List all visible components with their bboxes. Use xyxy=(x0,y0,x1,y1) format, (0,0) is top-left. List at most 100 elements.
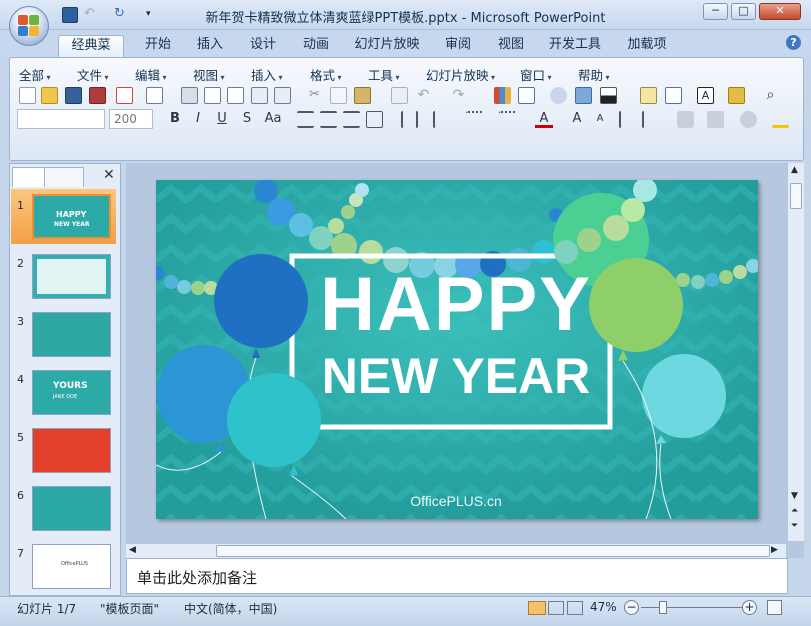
tab-design[interactable]: 设计 xyxy=(245,35,281,57)
maximize-button[interactable]: □ xyxy=(731,3,756,20)
undo-icon[interactable]: ↶ xyxy=(415,87,432,104)
close-button[interactable]: ✕ xyxy=(759,3,801,20)
permission-icon[interactable] xyxy=(116,87,133,104)
normal-view-icon[interactable] xyxy=(528,601,546,615)
print-preview-icon[interactable] xyxy=(204,87,221,104)
menu-all[interactable]: 全部 xyxy=(19,65,51,84)
slide-thumbnail-3[interactable] xyxy=(32,312,111,357)
page-setup-icon[interactable] xyxy=(227,87,244,104)
find-icon[interactable]: ⌕ xyxy=(762,87,779,104)
menu-view[interactable]: 视图 xyxy=(193,65,225,84)
align-center-icon[interactable] xyxy=(320,111,337,128)
shapes-icon[interactable] xyxy=(677,111,694,128)
notes-pane[interactable]: 单击此处添加备注 xyxy=(126,558,788,594)
bold-button[interactable]: B xyxy=(166,110,184,128)
insert-table-icon[interactable] xyxy=(518,87,535,104)
notes-placeholder[interactable]: 单击此处添加备注 xyxy=(137,567,257,588)
minimize-button[interactable]: ─ xyxy=(703,3,728,20)
outline-tab[interactable] xyxy=(44,167,84,187)
clip-art-icon[interactable] xyxy=(550,87,567,104)
slide-thumbnail-5[interactable] xyxy=(32,428,111,473)
underline-button[interactable]: U xyxy=(213,110,231,128)
scroll-left-icon[interactable]: ◀ xyxy=(129,545,136,555)
copy-icon[interactable] xyxy=(330,87,347,104)
menu-file[interactable]: 文件 xyxy=(77,65,109,84)
tab-animation[interactable]: 动画 xyxy=(298,35,334,57)
slide-thumbnail-6[interactable] xyxy=(32,486,111,531)
columns-icon[interactable] xyxy=(401,111,418,128)
tab-classic-menu[interactable]: 经典菜单 xyxy=(58,35,124,73)
research-icon[interactable] xyxy=(274,87,291,104)
tab-addins[interactable]: 加载项 xyxy=(622,35,672,57)
insert-picture-icon[interactable] xyxy=(575,87,592,104)
menu-help[interactable]: 帮助 xyxy=(578,65,610,84)
tab-view[interactable]: 视图 xyxy=(493,35,529,57)
slide-thumbnail-4[interactable]: YOURS JANE DOE xyxy=(32,370,111,415)
menu-window[interactable]: 窗口 xyxy=(520,65,552,84)
tab-slideshow[interactable]: 幻灯片放映 xyxy=(352,35,422,57)
hscroll-thumb[interactable] xyxy=(216,545,770,557)
zoom-slider-track[interactable] xyxy=(641,607,745,608)
scroll-down-icon[interactable]: ▼ xyxy=(791,491,798,501)
zoom-out-button[interactable]: − xyxy=(624,600,639,615)
horizontal-scrollbar[interactable]: ◀ ▶ xyxy=(126,543,786,558)
tab-developer[interactable]: 开发工具 xyxy=(545,35,605,57)
shadow-button[interactable]: S xyxy=(238,110,256,128)
office-button[interactable] xyxy=(9,6,49,46)
save-icon[interactable] xyxy=(65,87,82,104)
decrease-indent-icon[interactable] xyxy=(619,111,636,128)
slide-sorter-icon[interactable] xyxy=(548,601,564,615)
font-size-combo[interactable]: 200 xyxy=(109,109,153,129)
tab-review[interactable]: 审阅 xyxy=(440,35,476,57)
cut-icon[interactable]: ✂ xyxy=(306,87,323,104)
slide-title-line1[interactable]: HAPPY xyxy=(306,264,606,346)
align-right-icon[interactable] xyxy=(343,111,360,128)
increase-indent-icon[interactable] xyxy=(642,111,659,128)
scroll-thumb[interactable] xyxy=(790,183,802,209)
menu-insert[interactable]: 插入 xyxy=(251,65,283,84)
font-color-icon[interactable]: A xyxy=(535,110,553,128)
text-direction-icon[interactable] xyxy=(433,111,450,128)
tab-home[interactable]: 开始 xyxy=(140,35,176,57)
save-as-icon[interactable] xyxy=(89,87,106,104)
format-painter-icon[interactable] xyxy=(391,87,408,104)
prev-slide-icon[interactable]: ⏶ xyxy=(791,506,798,516)
text-box-icon[interactable]: A xyxy=(697,87,714,104)
paste-icon[interactable] xyxy=(354,87,371,104)
language-indicator[interactable]: 中文(简体，中国) xyxy=(184,600,277,617)
slide-title-line2[interactable]: NEW YEAR xyxy=(306,348,606,404)
insert-chart-icon[interactable] xyxy=(494,87,511,104)
slide-brand-text[interactable]: OfficePLUS.cn xyxy=(396,493,516,509)
slide-thumbnail-7[interactable]: OfficePLUS xyxy=(32,544,111,589)
new-file-icon[interactable] xyxy=(19,87,36,104)
vertical-scrollbar[interactable]: ▲ ▼ ⏶ ⏷ xyxy=(787,163,804,541)
slideshow-view-icon[interactable] xyxy=(567,601,583,615)
folder-options-icon[interactable] xyxy=(728,87,745,104)
color-grayscale-icon[interactable] xyxy=(600,87,617,104)
bullets-icon[interactable] xyxy=(499,111,516,128)
email-icon[interactable] xyxy=(146,87,163,104)
numbering-icon[interactable] xyxy=(466,111,483,128)
fill-color-icon[interactable] xyxy=(772,111,789,128)
menu-tools[interactable]: 工具 xyxy=(368,65,400,84)
slide-thumbnail-2[interactable] xyxy=(32,254,111,299)
font-name-combo[interactable] xyxy=(17,109,105,129)
menu-format[interactable]: 格式 xyxy=(310,65,342,84)
change-case-button[interactable]: Aa xyxy=(261,110,285,128)
close-panel-icon[interactable]: ✕ xyxy=(103,167,115,183)
slides-tab[interactable] xyxy=(12,167,46,187)
menu-edit[interactable]: 编辑 xyxy=(135,65,167,84)
print-icon[interactable] xyxy=(181,87,198,104)
zoom-level[interactable]: 47% xyxy=(590,600,617,614)
scroll-up-icon[interactable]: ▲ xyxy=(791,165,798,175)
italic-button[interactable]: I xyxy=(189,110,207,128)
zoom-in-button[interactable]: + xyxy=(742,600,757,615)
open-folder-icon[interactable] xyxy=(41,87,58,104)
zoom-slider-thumb[interactable] xyxy=(659,601,667,614)
shape-effects-icon[interactable] xyxy=(740,111,757,128)
menu-slideshow[interactable]: 幻灯片放映 xyxy=(426,65,495,84)
scroll-right-icon[interactable]: ▶ xyxy=(771,545,778,555)
help-button[interactable]: ? xyxy=(786,35,801,50)
justify-icon[interactable] xyxy=(366,111,383,128)
redo-icon[interactable]: ↷ xyxy=(450,87,467,104)
